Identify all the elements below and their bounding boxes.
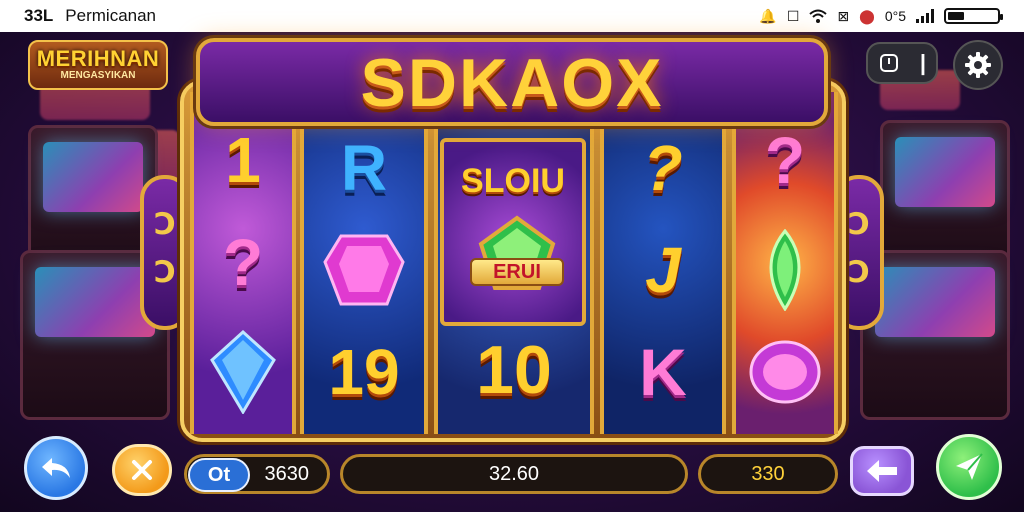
pink-oval-gem-icon	[749, 340, 821, 404]
logo-title: MERIHNAN	[36, 46, 160, 71]
wild-ribbon: ERUI	[470, 258, 564, 286]
gear-icon	[965, 52, 991, 78]
reel-symbol: 10	[438, 320, 590, 420]
reel-2: R 19	[300, 92, 428, 434]
reel-symbol: J	[604, 220, 722, 320]
bet-display: 330	[698, 454, 838, 494]
reel-4: ? J K	[600, 92, 726, 434]
symbol-text: J	[645, 234, 681, 306]
win-display: 32.60	[340, 454, 688, 494]
status-icons: 🔔 ☐ ⊠ ⬤ 0°5	[759, 7, 1003, 25]
game-title: SDKAOX	[360, 45, 664, 121]
game-logo: MERIHNAN MENGASYIKAN	[28, 40, 168, 90]
symbol-text: R	[340, 132, 388, 204]
sound-toggle[interactable]: |	[866, 42, 938, 84]
cancel-button[interactable]	[112, 444, 172, 496]
reel-symbol: ?	[604, 118, 722, 218]
bet-value: 330	[751, 462, 785, 485]
previous-button[interactable]	[850, 446, 914, 496]
spin-button[interactable]	[936, 434, 1002, 500]
win-value: 32.60	[488, 462, 540, 485]
reel-symbol	[304, 220, 424, 320]
reel-symbol: 19	[304, 322, 424, 422]
settings-button[interactable]	[953, 40, 1003, 90]
status-time: 33L	[24, 6, 54, 25]
arcade-machine-right-1	[880, 120, 1010, 270]
blue-gem-icon	[210, 330, 276, 414]
coin-badge: Ot	[188, 458, 250, 492]
symbol-text: 1	[225, 124, 261, 196]
reel-5: ?	[732, 92, 838, 434]
arrow-left-icon	[867, 460, 897, 482]
message-icon: ☐	[786, 7, 800, 24]
status-app-name: Permicanan	[65, 6, 157, 25]
pink-gem-icon	[323, 234, 405, 306]
reel-symbol	[736, 220, 834, 320]
green-leaf-gem-icon	[769, 229, 801, 311]
wild-symbol: SLOIU ERUI	[440, 138, 586, 326]
reel-symbol: ?	[194, 212, 292, 312]
reel-1: 1 ?	[190, 92, 296, 434]
speaker-icon	[879, 54, 898, 72]
status-bar: 33L Permicanan 🔔 ☐ ⊠ ⬤ 0°5	[0, 0, 1024, 32]
reel-symbol	[194, 322, 292, 422]
symbol-text: 19	[328, 336, 400, 408]
symbol-text: ?	[764, 123, 806, 197]
send-arrow-icon	[956, 453, 983, 480]
reel-symbol	[736, 322, 834, 422]
wifi-icon	[809, 9, 828, 23]
symbol-text: K	[639, 335, 687, 409]
nfc-icon: ⊠	[837, 7, 850, 24]
symbol-text: ?	[222, 225, 264, 299]
record-icon: ⬤	[859, 7, 875, 24]
symbol-text: ?	[643, 132, 683, 204]
battery-icon	[944, 8, 1003, 24]
close-icon	[132, 460, 152, 480]
back-button[interactable]	[24, 436, 88, 500]
reel-symbol: R	[304, 118, 424, 218]
symbol-text: 10	[476, 332, 552, 408]
toggle-divider-icon: |	[919, 50, 927, 75]
undo-arrow-icon	[42, 458, 70, 478]
status-extra-text: 0°5	[884, 8, 906, 24]
signal-icon	[916, 9, 934, 23]
credit-value: 3630	[264, 462, 310, 485]
notification-icon: 🔔	[759, 7, 777, 24]
reel-symbol: K	[604, 322, 722, 422]
wild-title: SLOIU	[461, 162, 565, 200]
